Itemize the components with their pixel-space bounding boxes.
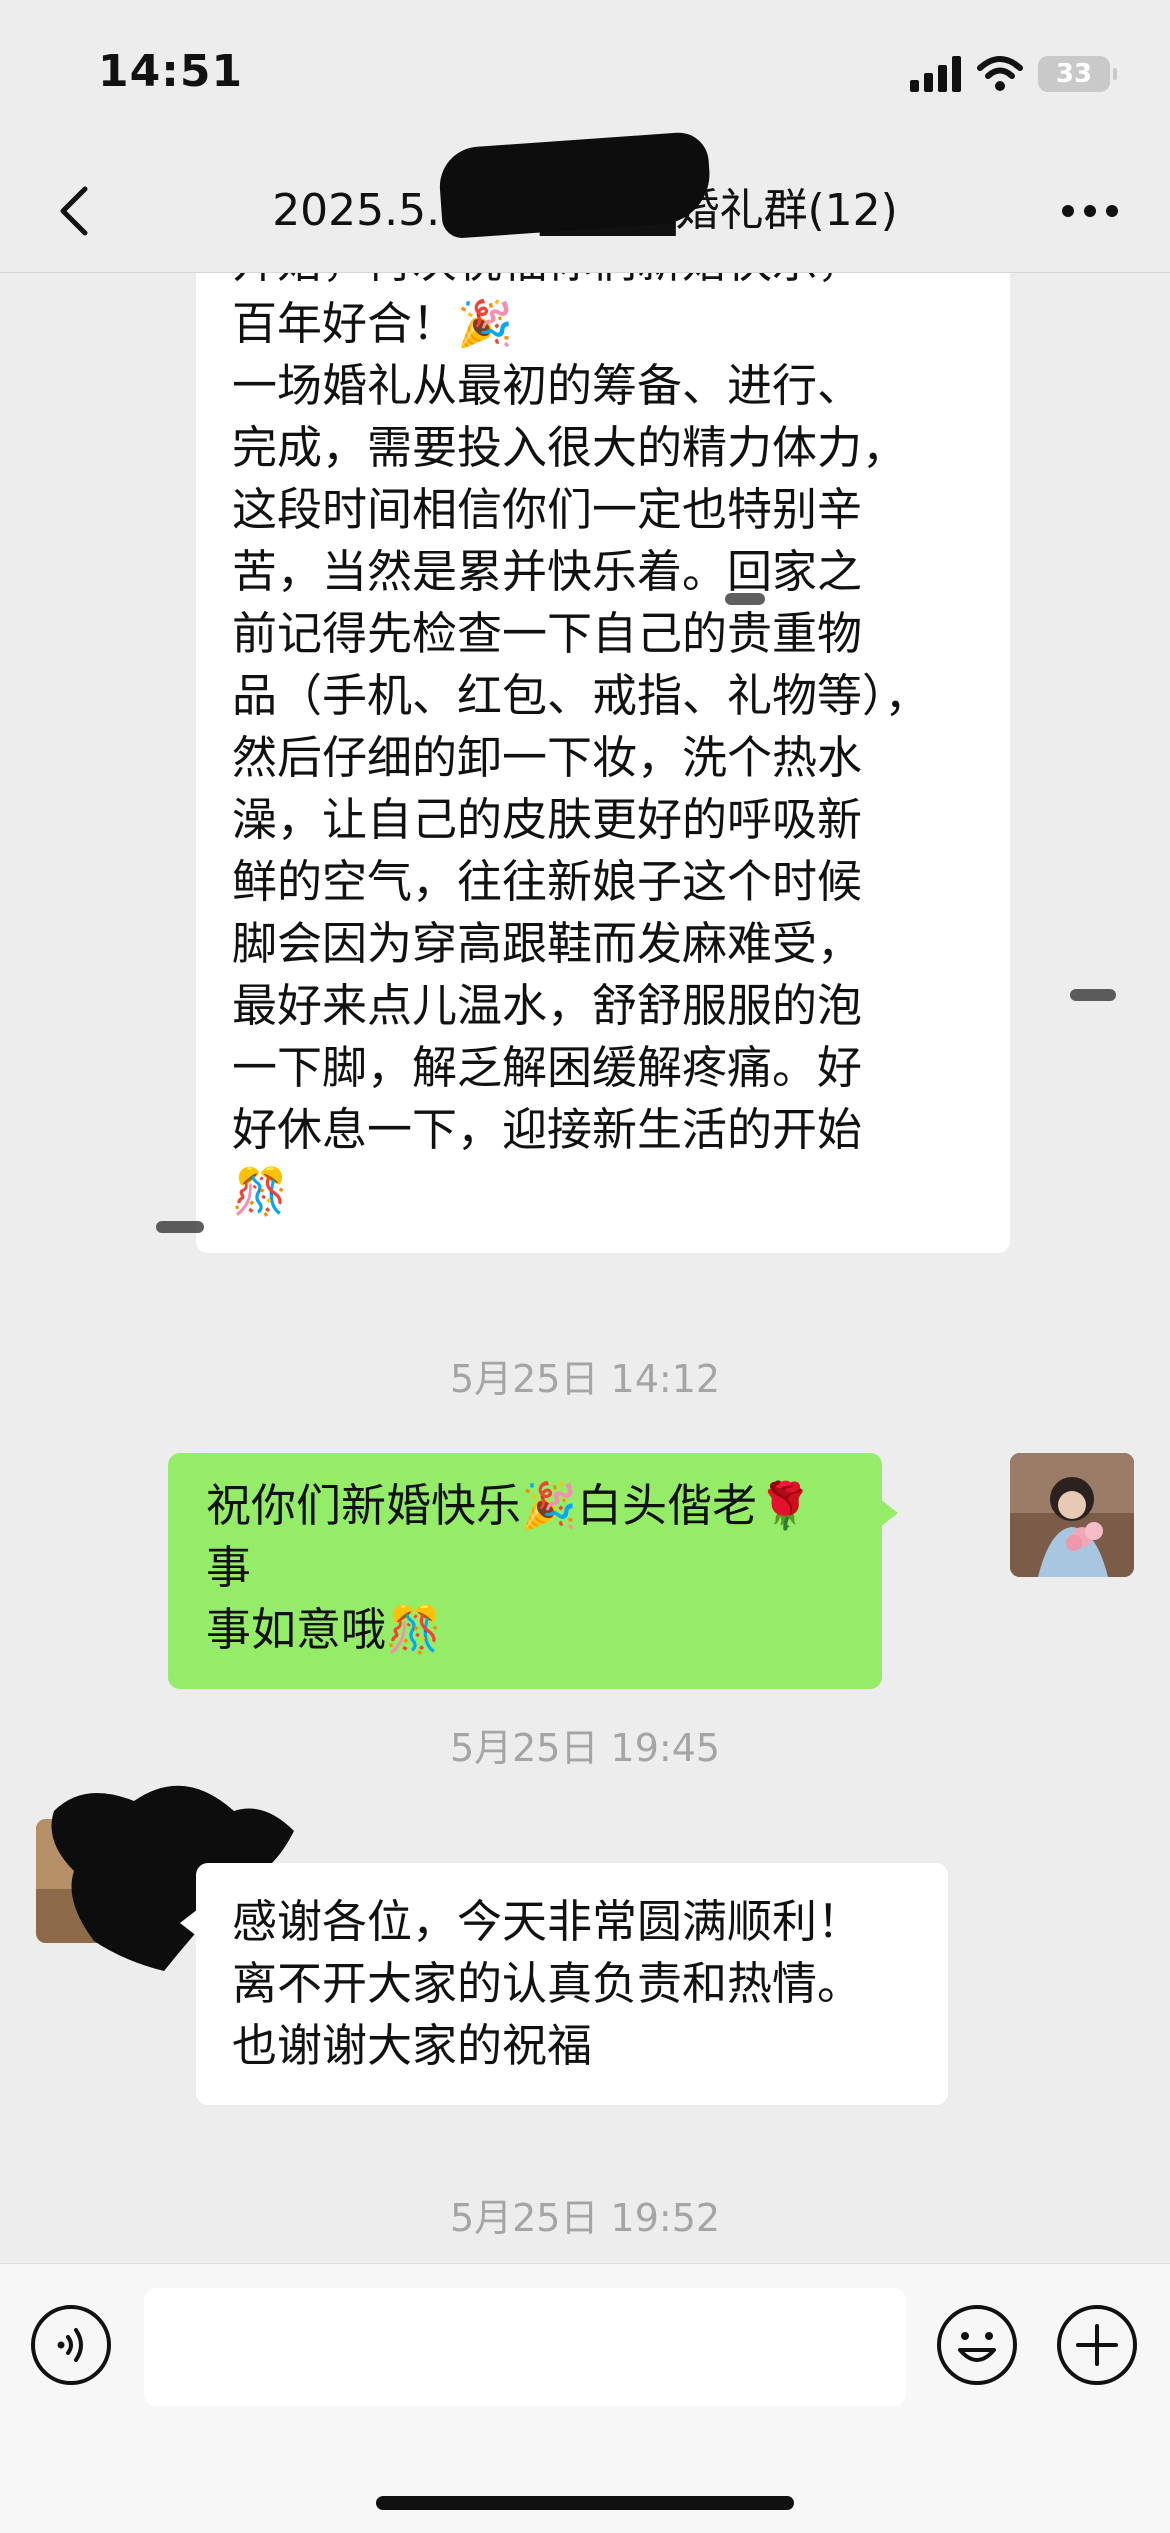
emoji-icon <box>937 2305 1017 2385</box>
message-line: 最好来点儿温水，舒舒服服的泡 <box>232 979 863 1032</box>
message-bubble-incoming[interactable]: 开始，再次祝福你们新婚快乐， 百年好合！🎉 一场婚礼从最初的筹备、进行、 完成，… <box>196 273 1010 1253</box>
plus-icon <box>1057 2305 1137 2385</box>
status-bar: 14:51 33 <box>0 0 1170 150</box>
wifi-icon <box>977 56 1023 91</box>
message-line: 祝你们新婚快乐🎉白头偕老🌹事 <box>206 1479 814 1594</box>
status-icons: 33 <box>910 52 1117 96</box>
avatar-photo <box>1010 1453 1134 1577</box>
message-line: 事如意哦🎊 <box>206 1603 443 1656</box>
avatar-self[interactable] <box>1010 1453 1134 1577</box>
home-indicator[interactable] <box>376 2496 794 2510</box>
message-line: 完成，需要投入很大的精力体力， <box>232 421 908 474</box>
message-line: 品（手机、红包、戒指、礼物等）， <box>232 669 930 722</box>
message-line: 一场婚礼从最初的筹备、进行、 <box>232 359 863 412</box>
input-bar <box>0 2263 1170 2533</box>
more-horizontal-icon <box>1062 205 1118 217</box>
emoji-button[interactable] <box>936 2304 1018 2386</box>
message-timestamp: 5月25日 19:45 <box>449 1726 721 1770</box>
ink-smudge <box>725 593 765 605</box>
signal-icon <box>910 56 961 92</box>
message-timestamp: 5月25日 14:12 <box>449 1357 721 1401</box>
message-bubble-incoming[interactable]: 感谢各位，今天非常圆满顺利！ 离不开大家的认真负责和热情。 也谢谢大家的祝福 <box>180 1863 948 2105</box>
message-line: 开始，再次祝福你们新婚快乐， <box>232 273 974 293</box>
message-bubble-outgoing[interactable]: 祝你们新婚快乐🎉白头偕老🌹事 事如意哦🎊 <box>168 1453 898 1689</box>
message-line: 苦，当然是累并快乐着。回家之 <box>232 545 863 598</box>
message-line: 感谢各位，今天非常圆满顺利！ <box>232 1895 863 1948</box>
ink-smudge <box>1070 989 1116 1001</box>
battery-level: 33 <box>1055 59 1093 89</box>
message-timestamp: 5月25日 19:52 <box>449 2196 721 2240</box>
message-line: 澡，让自己的皮肤更好的呼吸新 <box>232 793 863 846</box>
message-line: 离不开大家的认真负责和热情。 <box>232 1957 863 2010</box>
voice-button[interactable] <box>30 2304 112 2386</box>
battery-indicator: 33 <box>1038 56 1117 92</box>
back-button[interactable] <box>44 178 104 244</box>
message-line: 好休息一下，迎接新生活的开始 <box>232 1103 863 1156</box>
message-line: 这段时间相信你们一定也特别辛 <box>232 483 863 536</box>
more-button[interactable] <box>1050 178 1130 244</box>
status-time: 14:51 <box>98 46 244 97</box>
more-actions-button[interactable] <box>1056 2304 1138 2386</box>
ink-smudge <box>156 1221 204 1233</box>
voice-icon <box>31 2305 111 2385</box>
message-line: 一下脚，解乏解困缓解疼痛。好 <box>232 1041 863 1094</box>
chat-area[interactable]: 开始，再次祝福你们新婚快乐， 百年好合！🎉 一场婚礼从最初的筹备、进行、 完成，… <box>0 273 1170 2263</box>
message-line: 鲜的空气，往往新娘子这个时候 <box>232 855 863 908</box>
message-line: 百年好合！🎉 <box>232 297 514 350</box>
message-line: 🎊 <box>232 1165 289 1218</box>
message-line: 也谢谢大家的祝福 <box>232 2019 593 2072</box>
message-input[interactable] <box>144 2288 906 2406</box>
message-line: 前记得先检查一下自己的贵重物 <box>232 607 863 660</box>
chevron-left-icon <box>60 186 88 236</box>
message-line: 脚会因为穿高跟鞋而发麻难受， <box>232 917 863 970</box>
message-line: 然后仔细的卸一下妆，洗个热水 <box>232 731 863 784</box>
